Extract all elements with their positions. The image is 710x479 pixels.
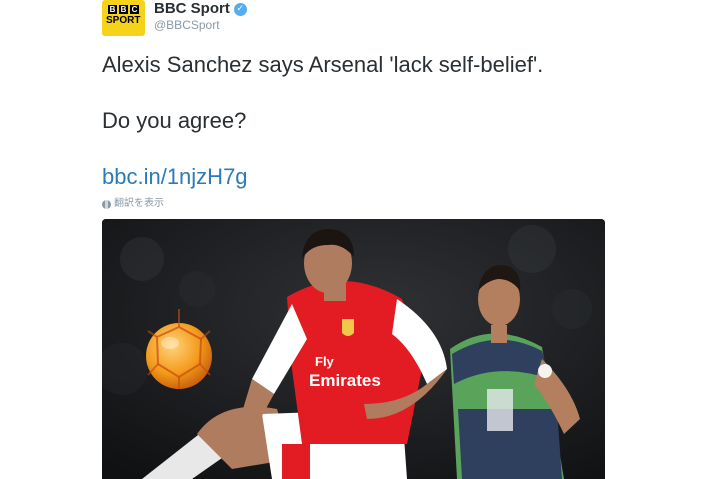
translate-button[interactable]: 翻訳を表示 [102,197,164,211]
tweet-text-line-2: Do you agree? [102,108,247,133]
avatar[interactable]: B B C SPORT [102,0,145,36]
shirt-sponsor-line1: Fly [315,354,335,369]
tweet-link[interactable]: bbc.in/1njzH7g [102,163,248,191]
account-name-row[interactable]: BBC Sport ✓ [154,0,247,18]
tweet-photo[interactable]: Fly Emirates [102,219,605,479]
avatar-sport-text: SPORT [106,15,141,26]
bbc-letter-b1: B [108,5,117,14]
globe-icon [102,199,111,209]
tweet-text-line-1: Alexis Sanchez says Arsenal 'lack self-b… [102,52,544,77]
translate-label: 翻訳を表示 [114,198,164,209]
account-handle[interactable]: @BBCSport [154,18,220,33]
display-name[interactable]: BBC Sport [154,0,230,18]
verified-check-icon: ✓ [233,2,247,16]
shirt-sponsor-line2: Emirates [309,371,381,390]
bbc-logo: B B C [108,5,139,14]
photo-illustration: Fly Emirates [102,219,605,479]
bbc-letter-b2: B [119,5,128,14]
bbc-letter-c: C [130,5,139,14]
